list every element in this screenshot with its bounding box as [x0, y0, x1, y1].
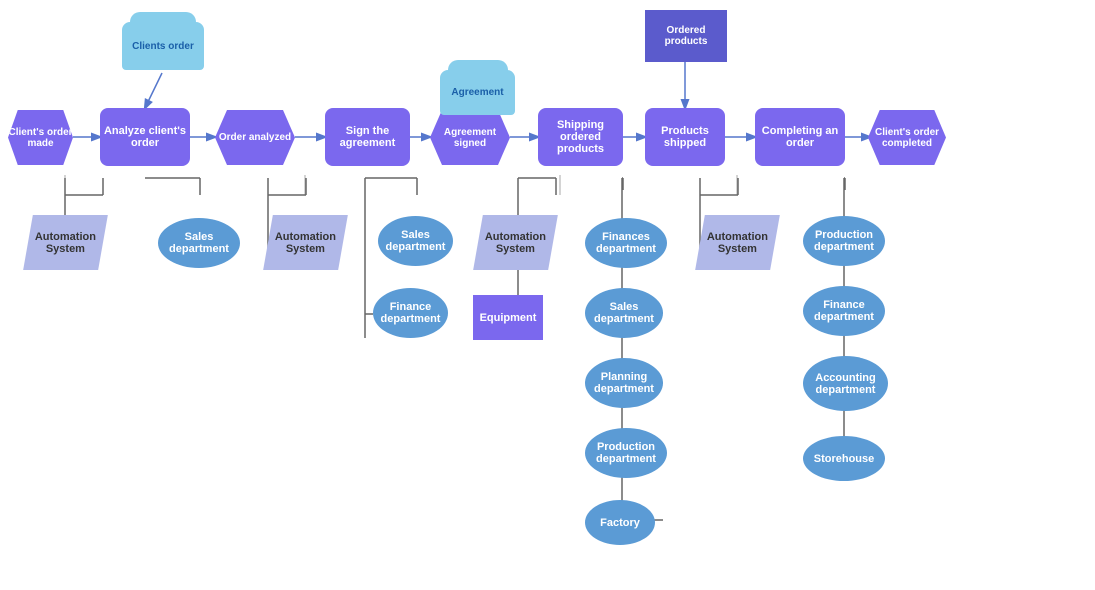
agreement-signed-node: Agreement signed: [430, 110, 510, 165]
sign-node: Sign the agreement: [325, 108, 410, 166]
auto4-label: Automation System: [700, 231, 775, 255]
auto3-label: Automation System: [478, 231, 553, 255]
agreement-signed-label: Agreement signed: [430, 127, 510, 149]
factory-node: Factory: [585, 500, 655, 545]
finances-label: Finances department: [585, 231, 667, 255]
order-analyzed-node: Order analyzed: [215, 110, 295, 165]
production1-node: Production department: [585, 428, 667, 478]
factory-label: Factory: [600, 517, 640, 529]
finance1-node: Finance department: [373, 288, 448, 338]
auto2-label: Automation System: [268, 231, 343, 255]
sales2-node: Sales department: [378, 216, 453, 266]
products-shipped-node: Products shipped: [645, 108, 725, 166]
sign-label: Sign the agreement: [325, 125, 410, 149]
completing-node: Completing an order: [755, 108, 845, 166]
equipment-label: Equipment: [480, 312, 537, 324]
sales3-label: Sales department: [585, 301, 663, 325]
equipment-node: Equipment: [473, 295, 543, 340]
production2-label: Production department: [803, 229, 885, 253]
auto4-node: Automation System: [695, 215, 780, 270]
doc-agreement: Agreement: [440, 70, 515, 115]
sales1-node: Sales department: [158, 218, 240, 268]
finance1-label: Finance department: [373, 301, 448, 325]
doc-clients-order-label: Clients order: [132, 41, 194, 52]
production2-node: Production department: [803, 216, 885, 266]
shipping-label: Shipping ordered products: [538, 119, 623, 155]
planning-node: Planning department: [585, 358, 663, 408]
client-completed-node: Client's order completed: [868, 110, 946, 165]
shipping-node: Shipping ordered products: [538, 108, 623, 166]
accounting-node: Accounting department: [803, 356, 888, 411]
planning-label: Planning department: [585, 371, 663, 395]
doc-ordered-label: Ordered products: [645, 25, 727, 47]
auto3-node: Automation System: [473, 215, 558, 270]
finance2-node: Finance department: [803, 286, 885, 336]
completing-label: Completing an order: [755, 125, 845, 149]
client-order-made-node: Client's order made: [8, 110, 73, 165]
client-completed-label: Client's order completed: [868, 127, 946, 149]
auto1-label: Automation System: [28, 231, 103, 255]
sales2-label: Sales department: [378, 229, 453, 253]
accounting-label: Accounting department: [803, 372, 888, 396]
finance2-label: Finance department: [803, 299, 885, 323]
finances-node: Finances department: [585, 218, 667, 268]
doc-ordered-products: Ordered products: [645, 10, 727, 62]
auto2-node: Automation System: [263, 215, 348, 270]
auto1-node: Automation System: [23, 215, 108, 270]
analyze-label: Analyze client's order: [100, 125, 190, 149]
production1-label: Production department: [585, 441, 667, 465]
storehouse-node: Storehouse: [803, 436, 885, 481]
storehouse-label: Storehouse: [814, 453, 875, 465]
doc-clients-order: Clients order: [122, 22, 204, 70]
sales1-label: Sales department: [158, 231, 240, 255]
sales3-node: Sales department: [585, 288, 663, 338]
products-shipped-label: Products shipped: [645, 125, 725, 149]
order-analyzed-label: Order analyzed: [219, 132, 291, 143]
client-order-made-label: Client's order made: [8, 127, 73, 149]
analyze-node: Analyze client's order: [100, 108, 190, 166]
doc-agreement-label: Agreement: [451, 87, 503, 98]
